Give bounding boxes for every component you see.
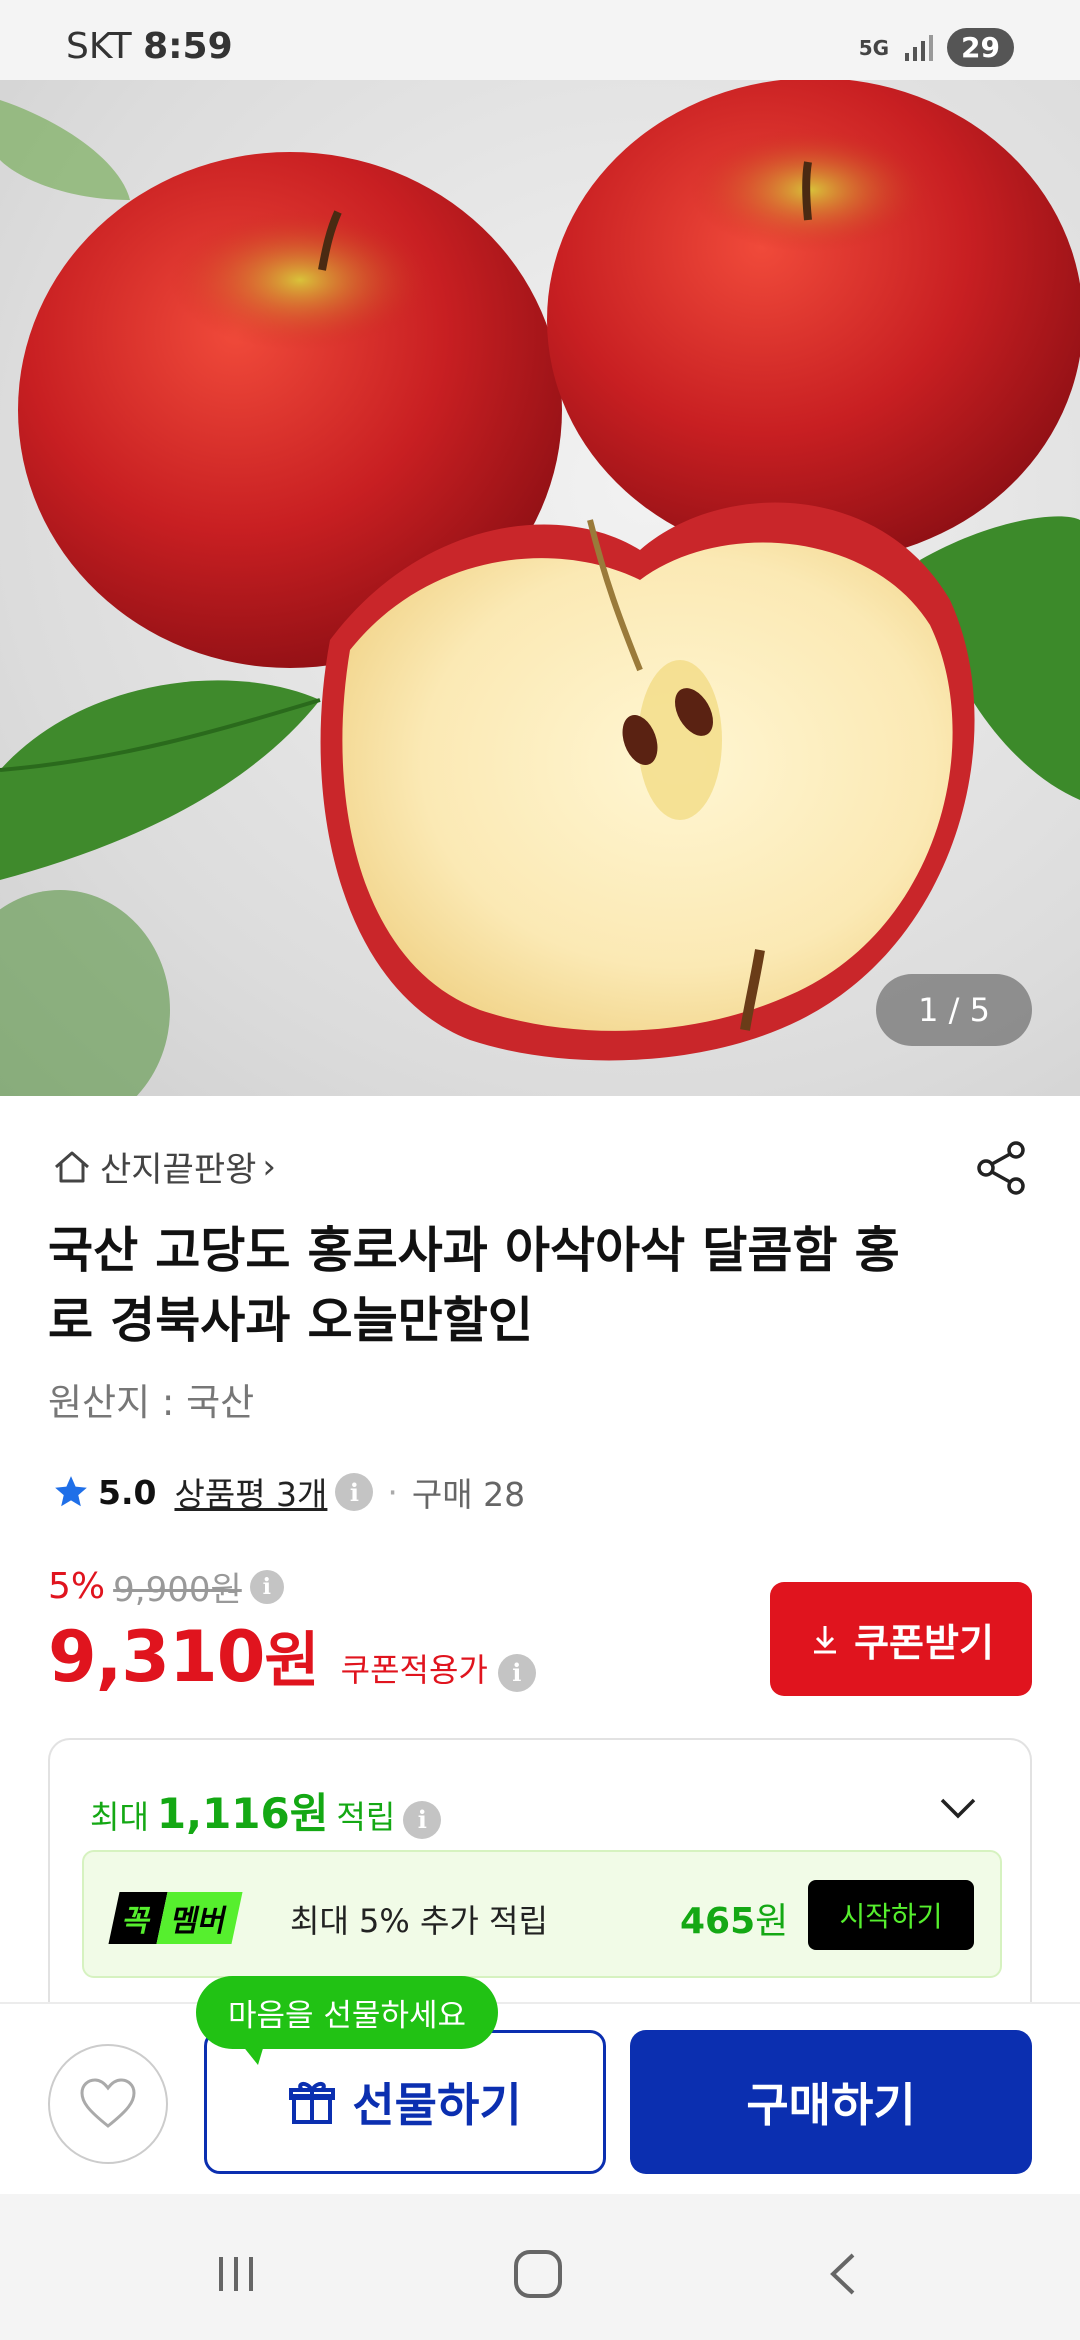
discount-rate: 5%	[48, 1566, 106, 1607]
review-link[interactable]: 상품평 3개	[174, 1468, 327, 1516]
gift-tooltip: 마음을 선물하세요	[196, 1976, 499, 2065]
gift-button-label: 선물하기	[352, 2079, 522, 2131]
member-badge: 꼭 멤버	[108, 1892, 243, 1944]
home-icon	[55, 1151, 89, 1182]
battery-icon: 29	[947, 28, 1014, 67]
recent-apps-button[interactable]	[206, 2244, 266, 2304]
store-link[interactable]: 산지끝판왕 ›	[50, 1142, 276, 1191]
info-icon[interactable]: i	[403, 1800, 442, 1839]
system-nav-bar	[0, 2194, 1080, 2340]
product-origin: 원산지 : 국산	[48, 1381, 255, 1424]
back-icon	[830, 2253, 855, 2295]
discount-row: 5% 9,900원 i	[48, 1562, 284, 1611]
separator-dot: ·	[387, 1472, 398, 1512]
home-circle-icon	[514, 2250, 562, 2298]
coupon-price-label: 쿠폰적용가	[340, 1651, 488, 1689]
signal-icon	[905, 34, 934, 61]
image-counter: 1 / 5	[876, 974, 1032, 1046]
rating-score: 5.0	[98, 1472, 157, 1512]
original-price: 9,900원	[113, 1570, 242, 1610]
reward-suffix: 적립	[336, 1798, 396, 1836]
rating-row: 5.0 상품평 3개 i · 구매 28	[52, 1468, 525, 1516]
chevron-down-icon[interactable]	[936, 1786, 980, 1830]
store-name: 산지끝판왕	[100, 1150, 257, 1190]
member-reward-row: 꼭 멤버 최대 5% 추가 적립 465원 시작하기	[82, 1850, 1002, 1978]
product-title: 국산 고당도 홍로사과 아삭아삭 달콤함 홍로 경북사과 오늘만할인	[48, 1222, 900, 1349]
purchase-count: 구매 28	[411, 1475, 526, 1514]
back-button[interactable]	[814, 2244, 874, 2304]
recent-apps-icon	[219, 2257, 253, 2291]
share-icon[interactable]	[972, 1138, 1032, 1198]
info-icon[interactable]: i	[249, 1569, 284, 1604]
member-reward-text: 최대 5% 추가 적립	[290, 1902, 548, 1940]
start-membership-button[interactable]: 시작하기	[808, 1880, 974, 1950]
heart-icon	[80, 2078, 136, 2128]
status-icons: 5G 29	[859, 28, 1014, 67]
gift-icon	[289, 2082, 336, 2124]
price-row: 9,310원 쿠폰적용가 i	[48, 1612, 536, 1699]
star-icon	[55, 1476, 87, 1507]
reward-prefix: 최대	[90, 1798, 149, 1836]
network-5g-icon: 5G	[858, 35, 890, 60]
final-price: 9,310원	[48, 1616, 320, 1698]
buy-button[interactable]: 구매하기	[630, 2030, 1032, 2174]
reward-amount: 1,116원	[156, 1789, 329, 1838]
info-icon[interactable]: i	[335, 1473, 374, 1511]
reward-summary: 최대 1,116원 적립 i	[90, 1780, 442, 1841]
coupon-button-label: 쿠폰받기	[854, 1622, 994, 1665]
home-button[interactable]	[508, 2244, 568, 2304]
status-bar: SKT 8:59 5G 29	[0, 0, 1080, 80]
coupon-download-button[interactable]: 쿠폰받기	[770, 1582, 1032, 1696]
chevron-right-icon: ›	[262, 1146, 277, 1187]
carrier-label: SKT	[66, 26, 132, 67]
reward-panel: 최대 1,116원 적립 i 꼭 멤버 최대 5% 추가 적립 465원 시작하…	[48, 1738, 1032, 2042]
purchase-bar: 선물하기 구매하기	[0, 2002, 1080, 2194]
status-carrier: SKT 8:59	[66, 26, 233, 67]
info-icon[interactable]: i	[497, 1653, 536, 1692]
member-badge-m: 멤버	[156, 1892, 243, 1944]
download-icon	[814, 1626, 837, 1654]
gift-button[interactable]: 선물하기	[204, 2030, 606, 2174]
wishlist-button[interactable]	[48, 2044, 168, 2164]
member-reward-amount: 465원	[680, 1901, 789, 1942]
product-image-gallery[interactable]: 1 / 5	[0, 80, 1080, 1096]
product-image	[0, 80, 1080, 1096]
clock: 8:59	[143, 26, 233, 67]
